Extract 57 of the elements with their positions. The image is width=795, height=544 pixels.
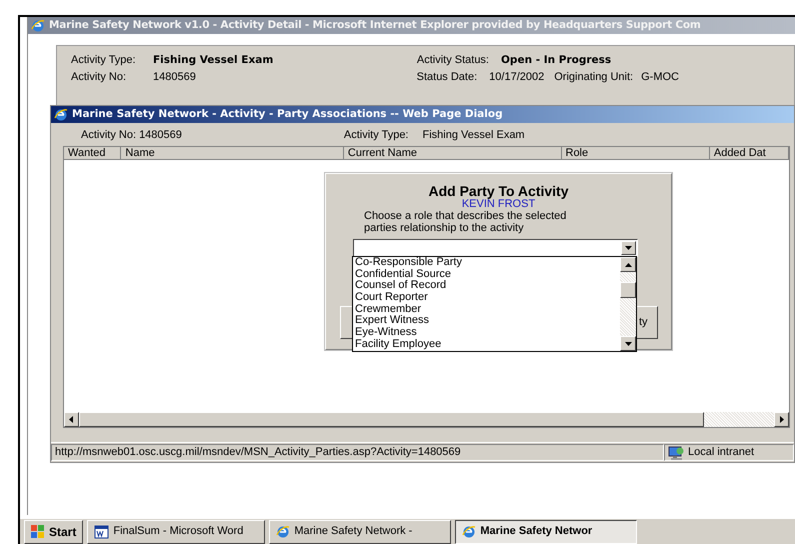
browser-icon: [462, 524, 476, 538]
role-option[interactable]: Crewmember: [355, 304, 620, 316]
vertical-scrollbar[interactable]: [620, 257, 636, 351]
scroll-up-button[interactable]: [620, 257, 636, 272]
zone-label: Local intranet: [688, 445, 754, 460]
column-header[interactable]: Wanted: [64, 147, 122, 160]
triangle-icon: [779, 416, 784, 423]
column-header[interactable]: Role: [562, 147, 710, 160]
role-option[interactable]: Court Reporter: [355, 292, 620, 304]
scroll-down-button[interactable]: [620, 336, 636, 351]
field-value: Open - In Progress: [501, 52, 612, 68]
column-header[interactable]: Current Name: [344, 147, 562, 160]
activity-type-label: Activity Type:: [344, 128, 408, 144]
role-option[interactable]: Facility Employee: [355, 338, 620, 350]
scroll-right-button[interactable]: [774, 412, 789, 427]
triangle-icon: [624, 262, 632, 266]
browser-icon: [276, 524, 290, 538]
column-header[interactable]: Added Dat: [710, 147, 790, 160]
party-name: KEVIN FROST: [462, 199, 536, 210]
field-label: Activity Type:: [71, 53, 137, 68]
role-select[interactable]: [353, 239, 638, 257]
scroll-thumb[interactable]: [620, 282, 636, 298]
add-button[interactable]: ty: [636, 306, 658, 339]
windows-logo-icon: [31, 525, 45, 538]
triangle-icon: [69, 416, 74, 423]
dialog-title: Marine Safety Network - Activity - Party Associations -- Web Page Dialog: [72, 106, 503, 122]
popup-title: Add Party To Activity: [427, 183, 570, 199]
field-label: Activity Status:: [416, 53, 489, 68]
activity-type-value: Fishing Vessel Exam: [422, 128, 525, 144]
column-header[interactable]: Name: [121, 147, 344, 160]
role-option[interactable]: Confidential Source: [355, 268, 620, 280]
triangle-icon: [625, 246, 632, 250]
field-value: 10/17/2002: [489, 70, 544, 86]
field-label: Originating Unit:: [554, 70, 634, 86]
dropdown-button[interactable]: [621, 241, 636, 255]
field-label: Status Date:: [416, 70, 478, 86]
role-option[interactable]: Eye-Witness: [355, 327, 620, 339]
browser-icon: [54, 108, 68, 122]
taskbar-button[interactable]: Marine Safety Networ: [455, 520, 638, 544]
status-url: http://msnweb01.osc.uscg.mil/msndev/MSN_Activity_Parties.asp?Activity=1480569: [51, 444, 664, 461]
taskbar-button[interactable]: FinalSum - Microsoft Word: [87, 520, 266, 544]
role-option[interactable]: Expert Witness: [355, 315, 620, 328]
scroll-left-button[interactable]: [64, 412, 79, 427]
start-button[interactable]: Start: [24, 520, 84, 544]
taskbar-button[interactable]: Marine Safety Network -: [269, 520, 452, 544]
document-icon: [94, 524, 110, 538]
browser-icon: [31, 18, 45, 32]
triangle-icon: [624, 342, 632, 346]
field-label: Activity No:: [71, 70, 128, 86]
field-value: G-MOC: [641, 70, 679, 86]
field-value: 1480569: [153, 70, 196, 86]
role-option[interactable]: Counsel of Record: [355, 280, 620, 292]
field-value: Fishing Vessel Exam: [153, 52, 274, 68]
role-option[interactable]: Co-Responsible Party: [355, 257, 620, 269]
activity-no: Activity No: 1480569: [81, 128, 182, 144]
instruction-text: Choose a role that describes the selected parties relationship to the activity: [364, 210, 568, 234]
window-title: Marine Safety Network v1.0 - Activity Detail - Microsoft Internet Explorer provided by Headquarters Support Com: [49, 18, 701, 33]
